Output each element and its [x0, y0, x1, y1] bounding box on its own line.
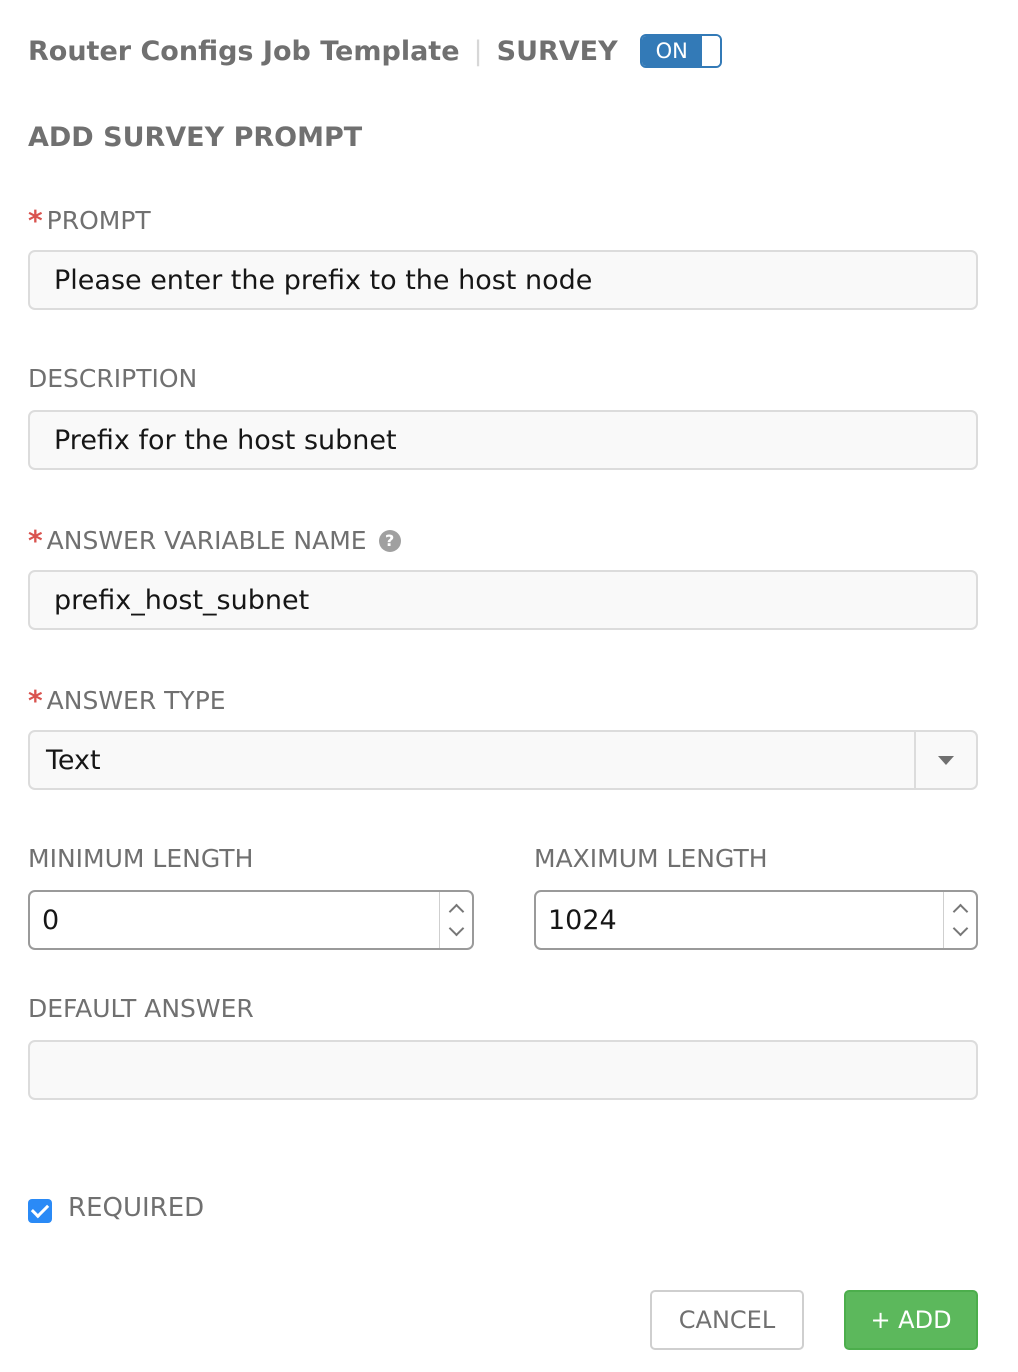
chevron-up-icon[interactable]	[448, 903, 464, 920]
answer-variable-input[interactable]: prefix_host_subnet	[28, 570, 978, 630]
max-length-label: MAXIMUM LENGTH	[534, 844, 768, 873]
required-marker: *	[28, 204, 43, 237]
default-answer-label: DEFAULT ANSWER	[28, 994, 254, 1023]
required-checkbox[interactable]	[28, 1199, 52, 1223]
header-separator: |	[473, 35, 483, 67]
chevron-up-icon[interactable]	[952, 903, 968, 920]
max-length-label-text: MAXIMUM LENGTH	[534, 844, 768, 873]
max-length-input[interactable]: 1024	[534, 890, 978, 950]
answer-variable-label-text: ANSWER VARIABLE NAME	[46, 526, 367, 555]
cancel-button[interactable]: CANCEL	[650, 1290, 804, 1350]
chevron-down-icon[interactable]	[448, 920, 464, 937]
prompt-value: Please enter the prefix to the host node	[54, 264, 593, 296]
answer-type-value: Text	[46, 744, 101, 776]
add-button[interactable]: + ADD	[844, 1290, 978, 1350]
description-label-text: DESCRIPTION	[28, 364, 198, 393]
prompt-input[interactable]: Please enter the prefix to the host node	[28, 250, 978, 310]
min-length-spinner[interactable]	[439, 892, 472, 948]
toggle-knob	[701, 36, 720, 66]
answer-variable-label: * ANSWER VARIABLE NAME ?	[28, 524, 401, 557]
template-title: Router Configs Job Template	[28, 35, 460, 67]
max-length-value: 1024	[548, 904, 617, 936]
chevron-down-icon[interactable]	[952, 920, 968, 937]
prompt-label: * PROMPT	[28, 204, 151, 237]
caret-down-icon	[938, 755, 954, 765]
min-length-label-text: MINIMUM LENGTH	[28, 844, 254, 873]
description-input[interactable]: Prefix for the host subnet	[28, 410, 978, 470]
default-answer-label-text: DEFAULT ANSWER	[28, 994, 254, 1023]
page-header: Router Configs Job Template | SURVEY ON	[28, 30, 722, 72]
prompt-label-text: PROMPT	[46, 206, 151, 235]
required-checkbox-label[interactable]: REQUIRED	[68, 1193, 204, 1223]
default-answer-input[interactable]	[28, 1040, 978, 1100]
required-marker: *	[28, 524, 43, 557]
section-title: ADD SURVEY PROMPT	[28, 122, 363, 153]
max-length-spinner[interactable]	[943, 892, 976, 948]
description-label: DESCRIPTION	[28, 364, 197, 393]
question-circle-icon[interactable]: ?	[378, 529, 401, 552]
description-value: Prefix for the host subnet	[54, 424, 397, 456]
answer-variable-value: prefix_host_subnet	[54, 584, 310, 616]
survey-title: SURVEY	[496, 35, 618, 67]
min-length-input[interactable]: 0	[28, 890, 474, 950]
survey-toggle[interactable]: ON	[639, 34, 722, 68]
toggle-on-label: ON	[641, 36, 702, 66]
checkmark-icon	[30, 1199, 50, 1219]
required-marker: *	[28, 684, 43, 717]
answer-type-label: * ANSWER TYPE	[28, 684, 226, 717]
min-length-label: MINIMUM LENGTH	[28, 844, 253, 873]
answer-type-select[interactable]: Text	[28, 730, 978, 790]
dropdown-toggle[interactable]	[914, 732, 976, 788]
min-length-value: 0	[42, 904, 60, 936]
answer-type-label-text: ANSWER TYPE	[46, 686, 226, 715]
